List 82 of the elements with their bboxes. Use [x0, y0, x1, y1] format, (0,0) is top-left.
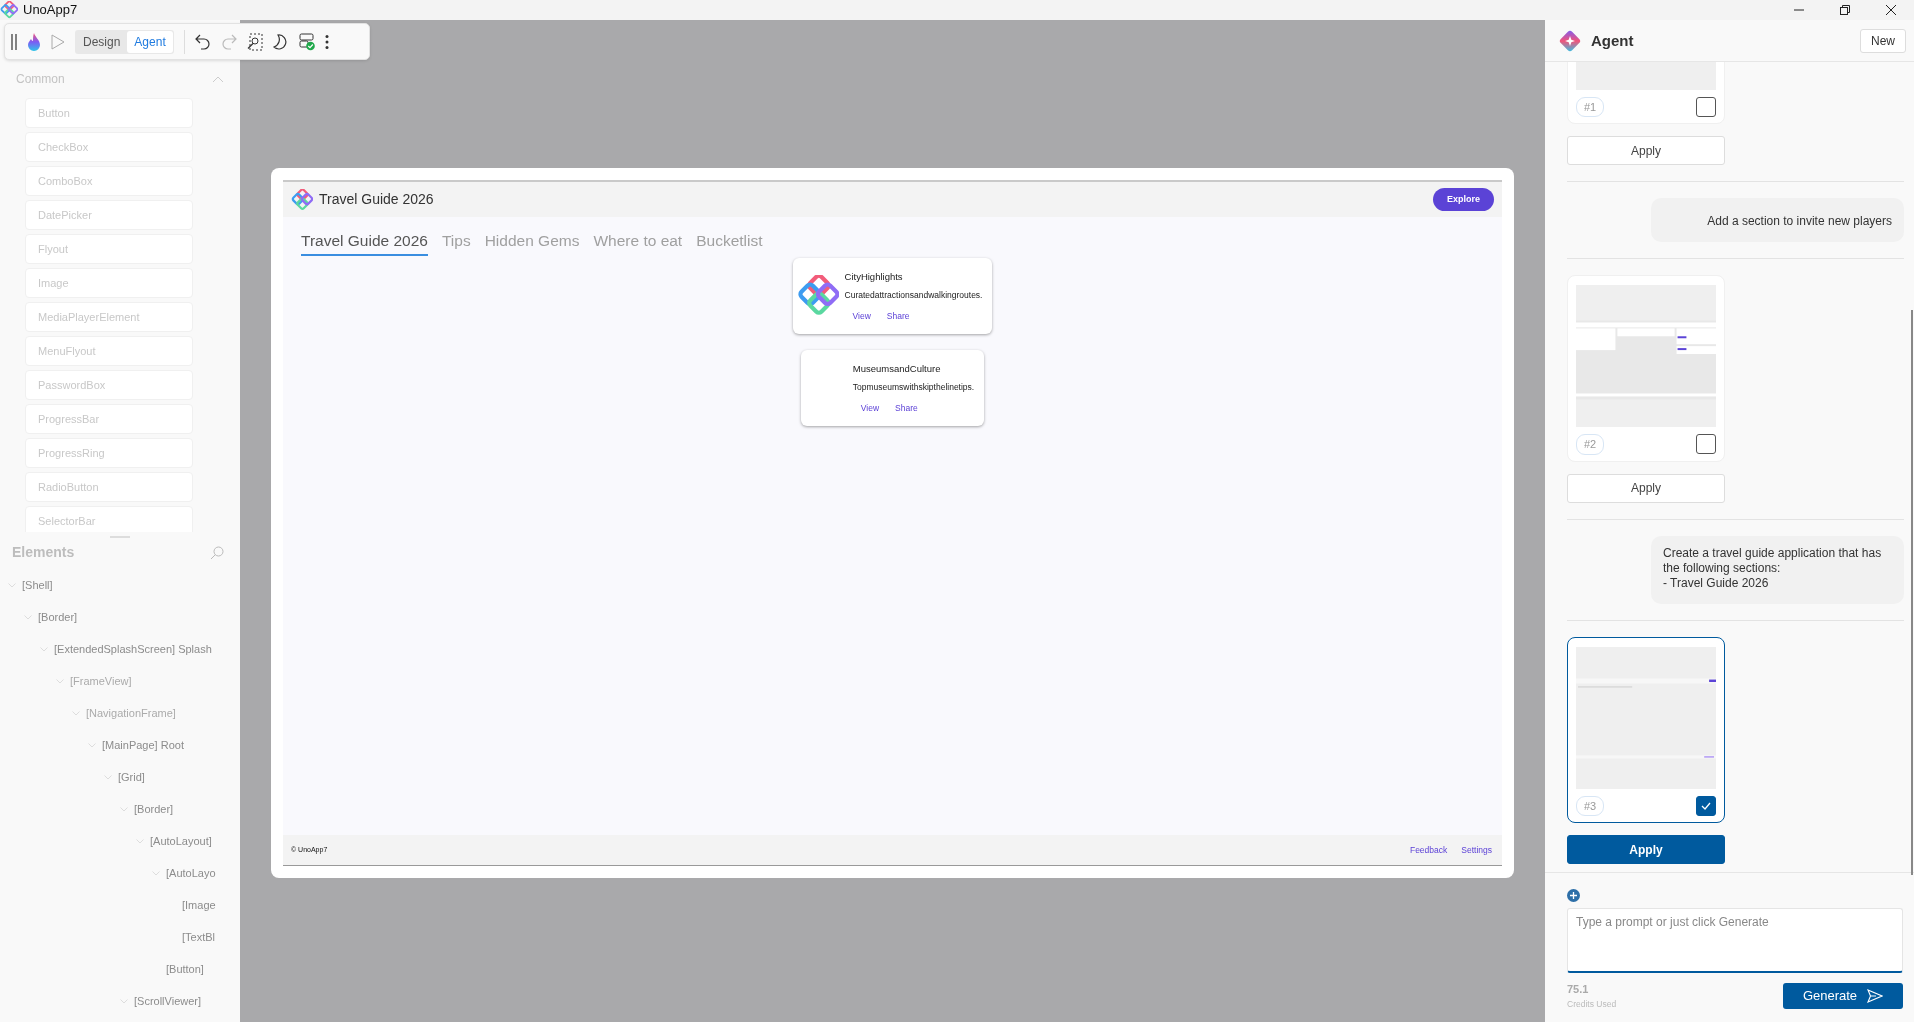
chevron-icon[interactable]	[72, 710, 80, 716]
undo-icon[interactable]	[194, 33, 211, 50]
card-action-link[interactable]: Share	[893, 401, 920, 415]
tree-item[interactable]: [ScrollViewer]	[0, 985, 240, 1017]
generate-button[interactable]: Generate	[1783, 983, 1903, 1009]
tab[interactable]: Bucketlist	[696, 229, 763, 257]
prompt-field[interactable]: Type a prompt or just click Generate	[1567, 908, 1903, 973]
tree-item[interactable]: [NavigationFrame]	[0, 697, 240, 729]
tab[interactable]: Hidden Gems	[484, 229, 580, 257]
chevron-icon[interactable]	[212, 75, 224, 83]
tab[interactable]: Where to eat	[593, 229, 683, 257]
inspect-icon[interactable]	[246, 32, 263, 51]
flame-icon[interactable]	[27, 32, 41, 51]
search-icon[interactable]	[210, 545, 224, 560]
tab[interactable]: Travel Guide 2026	[301, 229, 428, 257]
result-number-badge: #3	[1576, 795, 1605, 816]
tree-item[interactable]: [Shell]	[0, 569, 240, 601]
tree-item[interactable]: [TextBl	[0, 921, 240, 953]
more-icon[interactable]	[324, 33, 329, 50]
app-logo-icon	[291, 188, 313, 211]
tree-item[interactable]: [ExtendedSplashScreen] Splash	[0, 633, 240, 665]
panel-title: Agent	[1591, 30, 1634, 51]
chevron-icon[interactable]	[120, 998, 128, 1004]
explore-button[interactable]: Explore	[1433, 187, 1494, 212]
mode-toggle[interactable]: Agent	[127, 30, 173, 53]
footer-link[interactable]: Settings	[1459, 843, 1494, 857]
card-action-link[interactable]: View	[850, 309, 873, 323]
redo-icon[interactable]	[220, 33, 237, 50]
drag-handle-icon[interactable]	[11, 33, 17, 50]
tree-item[interactable]: [MainPage] Root	[0, 729, 240, 761]
tree-item[interactable]: [AutoLayout]	[0, 825, 240, 857]
new-button[interactable]: New	[1860, 29, 1906, 53]
chevron-icon[interactable]	[152, 870, 160, 876]
app-logo-icon	[796, 275, 839, 318]
apply-button[interactable]: Apply	[1567, 473, 1725, 503]
tree-item[interactable]: [Button]	[0, 953, 240, 985]
send-icon	[1867, 989, 1884, 1003]
chevron-icon[interactable]	[136, 838, 144, 844]
checkbox[interactable]	[1696, 96, 1716, 117]
apply-button[interactable]: Apply	[1567, 835, 1725, 864]
result-card[interactable]: #3	[1567, 636, 1725, 823]
chevron-icon[interactable]	[8, 582, 16, 588]
result-card[interactable]: #2	[1567, 275, 1725, 462]
apply-button[interactable]: Apply	[1567, 136, 1725, 165]
chevron-icon[interactable]	[120, 806, 128, 812]
chevron-icon[interactable]	[40, 646, 48, 652]
app-title: Travel Guide 2026	[319, 190, 434, 209]
card-title: CityHighlights	[844, 269, 904, 284]
scrollbar[interactable]	[1911, 310, 1913, 875]
tree-item[interactable]: [Image	[0, 889, 240, 921]
moon-icon[interactable]	[272, 33, 289, 50]
credits-value: 75.1	[1567, 982, 1590, 997]
chevron-icon[interactable]	[56, 678, 64, 684]
result-number-badge: #1	[1576, 96, 1605, 117]
card-action-link[interactable]: View	[858, 401, 882, 415]
tree-item[interactable]: [FrameView]	[0, 665, 240, 697]
section-header: Elements	[12, 543, 75, 562]
message-text: Create a travel guide application that has the following sections: - Travel Guide 2026	[1663, 545, 1883, 591]
checkbox[interactable]	[1696, 434, 1716, 455]
tree-item[interactable]: [AutoLayo	[0, 857, 240, 889]
tree-item[interactable]: [Grid]	[0, 761, 240, 793]
check-icon	[1701, 801, 1711, 810]
tree-item[interactable]: [Border]	[0, 601, 240, 633]
result-number-badge: #2	[1576, 434, 1605, 455]
card-title: MuseumsandCulture	[852, 361, 942, 376]
chevron-icon[interactable]	[24, 614, 32, 620]
checkbox[interactable]	[1696, 795, 1716, 816]
chevron-icon[interactable]	[104, 774, 112, 780]
window-title: UnoApp7	[23, 1, 78, 20]
result-card[interactable]: #1	[1567, 62, 1725, 124]
card-description: Curatedattractionsandwalkingroutes.	[844, 289, 983, 302]
footer-link[interactable]: Feedback	[1407, 843, 1450, 857]
play-icon[interactable]	[51, 33, 65, 50]
app-logo-icon	[0, 1, 18, 19]
mode-toggle[interactable]: Design	[76, 30, 128, 53]
card-description: Topmuseumswithskipthelinetips.	[852, 381, 975, 394]
message-text: Add a section to invite new players	[1707, 214, 1892, 229]
card-action-link[interactable]: Share	[884, 309, 912, 323]
chevron-icon[interactable]	[88, 742, 96, 748]
server-check-icon[interactable]	[298, 32, 315, 51]
tree-item[interactable]: [Border]	[0, 793, 240, 825]
tab[interactable]: Tips	[441, 229, 471, 257]
